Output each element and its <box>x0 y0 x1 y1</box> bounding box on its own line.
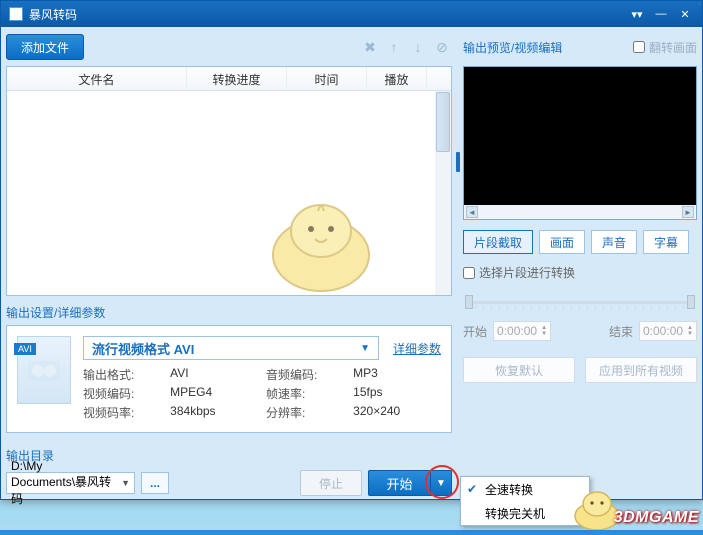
reset-button[interactable]: 恢复默认 <box>463 357 575 383</box>
detail-params-link[interactable]: 详细参数 <box>393 340 441 357</box>
move-up-icon[interactable]: ↑ <box>384 37 404 57</box>
splitter-handle[interactable] <box>455 37 461 287</box>
param-key: 视频码率: <box>83 404 162 421</box>
flip-checkbox-input[interactable] <box>633 41 645 53</box>
param-key: 帧速率: <box>266 385 345 402</box>
menu-icon[interactable]: ▾▾ <box>628 7 646 21</box>
range-handle-start[interactable] <box>465 295 473 309</box>
param-key: 分辨率: <box>266 404 345 421</box>
output-path-value: D:\My Documents\暴风转码 <box>11 459 121 507</box>
param-key: 输出格式: <box>83 366 162 383</box>
start-dropdown-button[interactable]: ▼ <box>430 470 452 496</box>
param-val: MPEG4 <box>170 385 258 402</box>
settings-label: 输出设置/详细参数 <box>6 304 452 321</box>
output-path-select[interactable]: D:\My Documents\暴风转码 ▼ <box>6 472 135 494</box>
range-handle-end[interactable] <box>687 295 695 309</box>
menu-item-label: 转换完关机 <box>485 505 545 522</box>
start-time-input[interactable]: 0:00:00 ▲▼ <box>493 321 551 341</box>
param-val: 320×240 <box>353 404 441 421</box>
param-key: 视频编码: <box>83 385 162 402</box>
action-buttons: 恢复默认 应用到所有视频 <box>463 357 697 383</box>
param-val: 384kbps <box>170 404 258 421</box>
param-val: 15fps <box>353 385 441 402</box>
output-row: 输出目录 D:\My Documents\暴风转码 ▼ ... 停止 开始 ▼ <box>6 439 452 496</box>
end-time-label: 结束 <box>609 323 633 340</box>
segment-checkbox[interactable] <box>463 267 475 279</box>
close-icon[interactable]: ✕ <box>676 7 694 21</box>
flip-label: 翻转画面 <box>649 39 697 56</box>
apply-all-button[interactable]: 应用到所有视频 <box>585 357 697 383</box>
start-button[interactable]: 开始 <box>368 470 430 496</box>
add-file-button[interactable]: 添加文件 <box>6 34 84 60</box>
preview-header: 输出预览/视频编辑 翻转画面 <box>463 32 697 62</box>
titlebar[interactable]: 暴风转码 ▾▾ — ✕ <box>1 1 702 27</box>
segment-label: 选择片段进行转换 <box>479 264 575 281</box>
col-play[interactable]: 播放 <box>367 67 427 90</box>
edit-tabs: 片段截取 画面 声音 字幕 <box>463 230 697 254</box>
col-progress[interactable]: 转换进度 <box>187 67 287 90</box>
tab-audio[interactable]: 声音 <box>591 230 637 254</box>
chevron-down-icon: ▼ <box>360 343 370 354</box>
format-icon: AVI <box>17 336 71 404</box>
format-select[interactable]: 流行视频格式 AVI ▼ <box>83 336 379 360</box>
flip-checkbox[interactable]: 翻转画面 <box>633 39 697 56</box>
window-title: 暴风转码 <box>29 6 77 23</box>
preview-scrollbar[interactable]: ◄ ► <box>464 205 696 219</box>
param-key: 音频编码: <box>266 366 345 383</box>
col-time[interactable]: 时间 <box>287 67 367 90</box>
spinner-icon[interactable]: ▲▼ <box>541 325 547 337</box>
segment-range[interactable] <box>463 295 697 309</box>
mascot-image <box>251 195 391 295</box>
check-icon: ✔ <box>467 482 477 496</box>
scroll-left-icon[interactable]: ◄ <box>466 206 478 218</box>
toolbar: 添加文件 ✖ ↑ ↓ ⊘ <box>6 32 452 62</box>
chevron-down-icon: ▼ <box>121 478 130 488</box>
video-preview[interactable]: ◄ ► <box>463 66 697 220</box>
minimize-icon[interactable]: — <box>652 7 670 21</box>
scroll-right-icon[interactable]: ► <box>682 206 694 218</box>
move-down-icon[interactable]: ↓ <box>408 37 428 57</box>
stop-button[interactable]: 停止 <box>300 470 362 496</box>
start-time-label: 开始 <box>463 323 487 340</box>
format-select-label: 流行视频格式 AVI <box>92 339 194 358</box>
app-icon <box>9 7 23 21</box>
time-row: 开始 0:00:00 ▲▼ 结束 0:00:00 ▲▼ <box>463 321 697 341</box>
tab-picture[interactable]: 画面 <box>539 230 585 254</box>
menu-item-label: 全速转换 <box>485 481 533 498</box>
tab-subtitle[interactable]: 字幕 <box>643 230 689 254</box>
clear-icon[interactable]: ⊘ <box>432 37 452 57</box>
left-column: 添加文件 ✖ ↑ ↓ ⊘ 文件名 转换进度 时间 播放 <box>6 32 452 496</box>
param-grid: 输出格式: AVI 音频编码: MP3 视频编码: MPEG4 帧速率: 15fps 视… <box>83 366 441 421</box>
format-info: 流行视频格式 AVI ▼ 详细参数 输出格式: AVI 音频编码: MP3 视频编码… <box>83 336 441 422</box>
list-header: 文件名 转换进度 时间 播放 <box>7 67 451 91</box>
remove-icon[interactable]: ✖ <box>360 37 380 57</box>
preview-label: 输出预览/视频编辑 <box>463 39 562 56</box>
browse-button[interactable]: ... <box>141 472 169 494</box>
right-column: 输出预览/视频编辑 翻转画面 ◄ ► 片段截取 画面 声音 字幕 <box>463 32 697 383</box>
body: 添加文件 ✖ ↑ ↓ ⊘ 文件名 转换进度 时间 播放 <box>1 27 702 499</box>
col-filename[interactable]: 文件名 <box>7 67 187 90</box>
end-time-input[interactable]: 0:00:00 ▲▼ <box>639 321 697 341</box>
spinner-icon[interactable]: ▲▼ <box>687 325 693 337</box>
param-val: MP3 <box>353 366 441 383</box>
param-val: AVI <box>170 366 258 383</box>
list-scrollbar[interactable] <box>435 91 451 295</box>
tab-clip[interactable]: 片段截取 <box>463 230 533 254</box>
settings-box: AVI 流行视频格式 AVI ▼ 详细参数 输出格式: AVI 音频编码: MP3 <box>6 325 452 433</box>
app-window: 暴风转码 ▾▾ — ✕ 添加文件 ✖ ↑ ↓ ⊘ 文件名 转换进度 时间 播放 <box>0 0 703 500</box>
file-list: 文件名 转换进度 时间 播放 <box>6 66 452 296</box>
watermark: 3DMGAME <box>614 509 699 527</box>
segment-checkbox-row: 选择片段进行转换 <box>463 264 697 281</box>
start-button-group: 开始 ▼ <box>368 470 452 496</box>
